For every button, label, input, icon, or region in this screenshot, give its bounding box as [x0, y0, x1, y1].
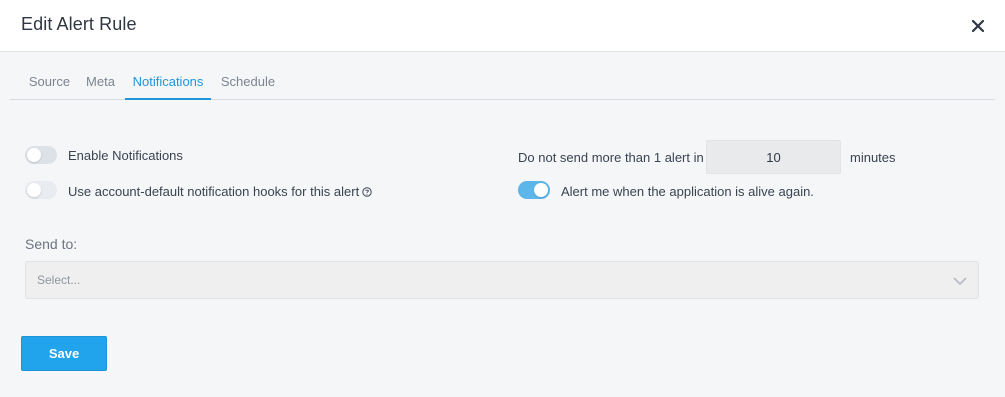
question-circle-icon[interactable]: [362, 187, 372, 197]
toggle-knob: [534, 183, 548, 197]
default-hooks-toggle[interactable]: [25, 181, 57, 199]
dialog-title: Edit Alert Rule: [21, 14, 137, 34]
chevron-down-icon: [953, 277, 967, 286]
tab-source[interactable]: Source: [19, 63, 80, 100]
dialog-header: Edit Alert Rule: [0, 0, 1005, 52]
default-hooks-row: Use account-default notification hooks f…: [68, 184, 372, 199]
close-icon: [972, 20, 984, 32]
tab-meta[interactable]: Meta: [81, 63, 120, 100]
close-button[interactable]: [966, 14, 990, 38]
edit-alert-rule-dialog: Edit Alert Rule Source Meta Notification…: [0, 0, 1005, 397]
enable-notifications-toggle[interactable]: [25, 146, 57, 164]
toggle-knob: [27, 183, 41, 197]
enable-notifications-label: Enable Notifications: [68, 148, 183, 163]
tab-bar: Source Meta Notifications Schedule: [10, 63, 995, 100]
toggle-knob: [27, 148, 41, 162]
default-hooks-label: Use account-default notification hooks f…: [68, 184, 360, 199]
send-to-select[interactable]: Select...: [25, 261, 979, 299]
throttle-minutes-input[interactable]: [706, 140, 841, 174]
send-to-label: Send to:: [25, 236, 78, 252]
alive-again-toggle[interactable]: [518, 181, 550, 199]
alive-again-label: Alert me when the application is alive a…: [561, 184, 814, 199]
throttle-suffix-label: minutes: [850, 150, 896, 165]
tab-notifications[interactable]: Notifications: [125, 63, 211, 100]
throttle-prefix-label: Do not send more than 1 alert in: [518, 150, 704, 165]
save-button[interactable]: Save: [21, 336, 107, 371]
tab-schedule[interactable]: Schedule: [217, 63, 279, 100]
send-to-placeholder: Select...: [37, 273, 81, 287]
